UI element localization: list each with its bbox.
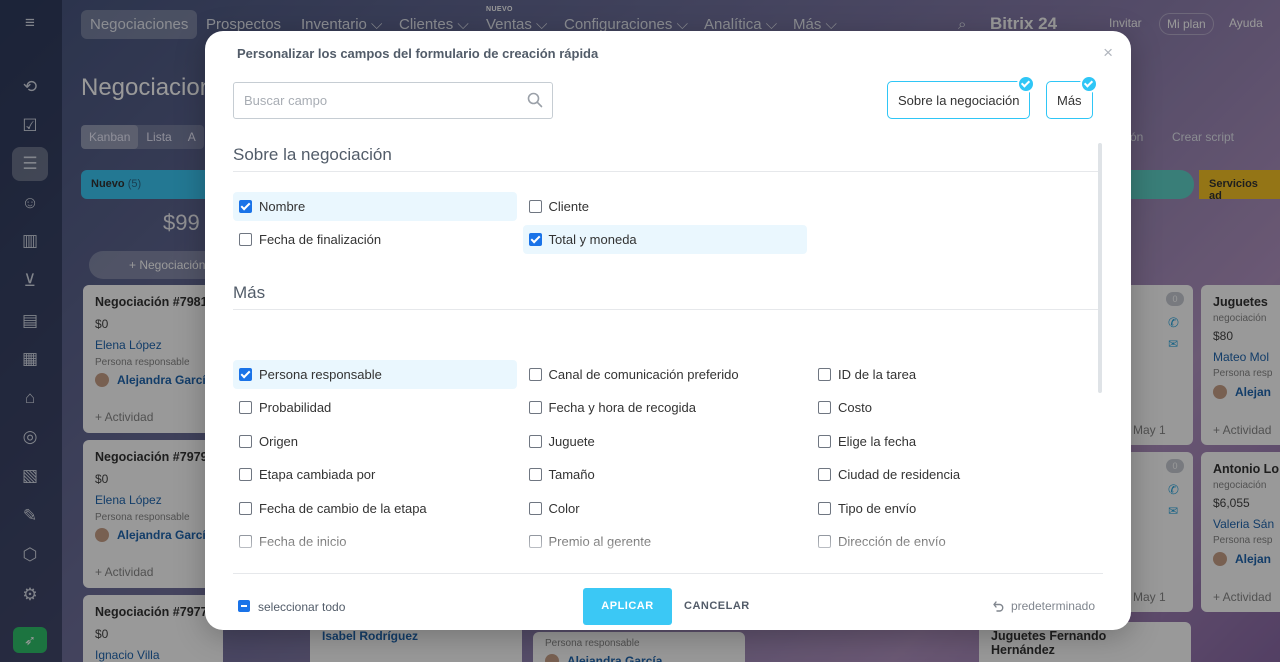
field-search[interactable] bbox=[233, 82, 553, 119]
checkbox-unchecked[interactable] bbox=[528, 434, 542, 448]
select-all-label: seleccionar todo bbox=[258, 600, 346, 614]
field-option-label: Color bbox=[548, 500, 580, 516]
field-option[interactable]: Elige la fecha bbox=[812, 427, 1096, 456]
section-title: Más bbox=[233, 283, 266, 302]
checkbox-unchecked[interactable] bbox=[528, 368, 542, 381]
field-option-label: Costo bbox=[838, 400, 872, 416]
section-filter-label: Sobre la negociación bbox=[898, 93, 1020, 108]
field-option[interactable]: Fecha y hora de recogida bbox=[523, 393, 807, 422]
field-option[interactable]: Cliente bbox=[523, 192, 807, 221]
scrollbar[interactable] bbox=[1098, 143, 1102, 393]
field-option-label: Persona responsable bbox=[259, 367, 382, 382]
field-option-label: Fecha y hora de recogida bbox=[548, 400, 696, 416]
section-filter-label: Más bbox=[1057, 93, 1082, 108]
checkbox-unchecked[interactable] bbox=[528, 401, 542, 415]
field-option[interactable]: Ciudad de residencia bbox=[812, 460, 1096, 489]
checkbox-unchecked[interactable] bbox=[239, 468, 252, 482]
checkbox-checked[interactable] bbox=[528, 233, 542, 247]
field-option[interactable]: Origen bbox=[233, 427, 517, 456]
checkbox-unchecked[interactable] bbox=[528, 200, 542, 213]
check-icon bbox=[1079, 75, 1098, 93]
checkbox-unchecked[interactable] bbox=[528, 501, 542, 515]
field-option-label: Elige la fecha bbox=[838, 433, 917, 449]
search-input[interactable] bbox=[244, 83, 514, 118]
field-option-label: Total y moneda bbox=[548, 232, 637, 248]
field-option[interactable]: Tipo de envío bbox=[812, 494, 1096, 523]
field-option-label: Fecha de cambio de la etapa bbox=[259, 500, 427, 516]
dialog-title: Personalizar los campos del formulario d… bbox=[237, 46, 599, 61]
checkbox-unchecked[interactable] bbox=[239, 233, 252, 247]
checkbox-checked[interactable] bbox=[239, 368, 252, 381]
section-divider bbox=[233, 309, 1099, 310]
scroll-fade bbox=[233, 536, 1099, 574]
checkbox-unchecked[interactable] bbox=[239, 401, 252, 415]
checkbox-unchecked[interactable] bbox=[239, 501, 252, 515]
section-filter-deal[interactable]: Sobre la negociación bbox=[887, 75, 1036, 119]
section-divider bbox=[233, 171, 1099, 172]
reset-default-button[interactable]: predeterminado bbox=[993, 599, 1095, 613]
checkbox-unchecked[interactable] bbox=[818, 501, 831, 515]
section-title: Sobre la negociación bbox=[233, 145, 392, 164]
field-option[interactable]: Tamaño bbox=[523, 460, 807, 489]
field-option[interactable]: ID de la tarea bbox=[812, 360, 1096, 389]
apply-button[interactable]: APLICAR bbox=[583, 588, 672, 625]
checkbox-unchecked[interactable] bbox=[818, 368, 831, 381]
field-option[interactable]: Color bbox=[523, 494, 807, 523]
footer-divider bbox=[233, 573, 1103, 574]
checkbox-checked[interactable] bbox=[239, 200, 252, 213]
section-filter-more[interactable]: Más bbox=[1046, 75, 1098, 119]
checkbox-unchecked[interactable] bbox=[818, 468, 831, 482]
undo-icon bbox=[993, 601, 1004, 612]
checkbox-unchecked[interactable] bbox=[818, 434, 831, 448]
cancel-button[interactable]: CANCELAR bbox=[684, 588, 750, 625]
field-option-label: Fecha de finalización bbox=[259, 232, 382, 248]
field-option-label: Juguete bbox=[548, 433, 595, 449]
close-icon[interactable]: × bbox=[1103, 43, 1113, 63]
field-option-label: Cliente bbox=[548, 199, 589, 214]
field-option[interactable]: Fecha de cambio de la etapa bbox=[233, 494, 517, 523]
field-option-label: Origen bbox=[259, 433, 299, 449]
field-option[interactable]: Persona responsable bbox=[233, 360, 517, 389]
fields-list[interactable]: Sobre la negociación Nombre Cliente Fecha … bbox=[233, 141, 1103, 573]
search-icon[interactable] bbox=[527, 92, 543, 108]
field-option-label: Ciudad de residencia bbox=[838, 467, 961, 483]
field-option[interactable]: Probabilidad bbox=[233, 393, 517, 422]
field-option[interactable]: Etapa cambiada por bbox=[233, 460, 517, 489]
field-option-label: Nombre bbox=[259, 199, 306, 214]
checkbox-unchecked[interactable] bbox=[818, 401, 831, 415]
field-option-label: Etapa cambiada por bbox=[259, 467, 376, 483]
field-option-label: Canal de comunicación preferido bbox=[548, 367, 739, 382]
checkbox-unchecked[interactable] bbox=[239, 434, 252, 448]
field-option[interactable]: Canal de comunicación preferido bbox=[523, 360, 807, 389]
customize-fields-dialog: Personalizar los campos del formulario d… bbox=[205, 31, 1131, 630]
reset-default-label: predeterminado bbox=[1010, 599, 1095, 613]
field-option-label: Probabilidad bbox=[259, 400, 332, 416]
check-icon bbox=[1017, 75, 1036, 93]
field-option-label: Tipo de envío bbox=[838, 500, 917, 516]
indeterminate-checkbox-icon[interactable] bbox=[238, 600, 250, 612]
field-option-label: ID de la tarea bbox=[838, 367, 917, 382]
checkbox-unchecked[interactable] bbox=[528, 468, 542, 482]
select-all-checkbox[interactable]: seleccionar todo bbox=[238, 600, 345, 614]
field-option[interactable]: Total y moneda bbox=[522, 225, 807, 255]
field-option[interactable]: Juguete bbox=[523, 427, 807, 456]
field-option[interactable]: Fecha de finalización bbox=[233, 225, 517, 254]
field-option-label: Tamaño bbox=[548, 467, 595, 483]
field-option[interactable]: Costo bbox=[812, 393, 1096, 422]
field-option[interactable]: Nombre bbox=[233, 192, 517, 221]
